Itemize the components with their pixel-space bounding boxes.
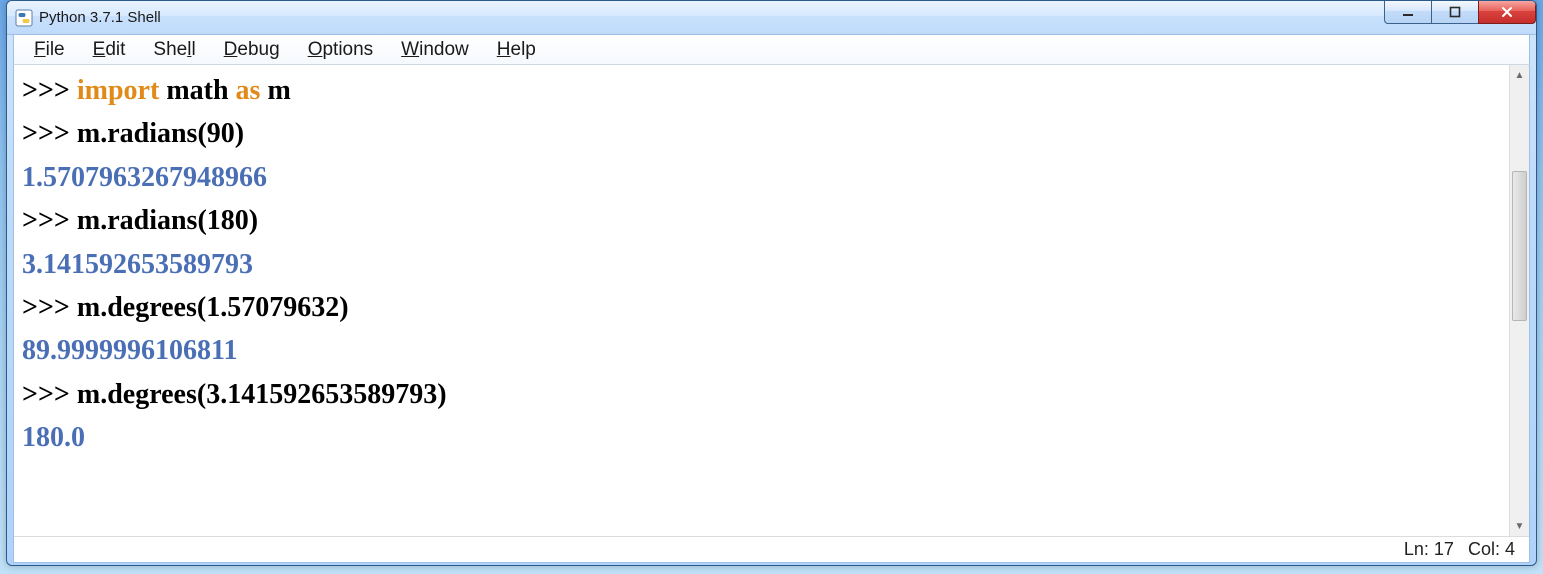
shell-token: m [260, 75, 290, 106]
menu-edit[interactable]: Edit [79, 37, 140, 63]
client-area: >>> import math as m>>> m.radians(90)1.5… [13, 65, 1530, 563]
menu-window[interactable]: Window [387, 37, 483, 63]
titlebar[interactable]: Python 3.7.1 Shell [7, 1, 1536, 35]
shell-token: m.degrees(1.57079632) [77, 292, 349, 323]
shell-prompt: >>> [22, 379, 77, 410]
shell-output-line: 3.141592653589793 [22, 243, 1501, 286]
status-ln: Ln: 17 [1404, 539, 1454, 560]
statusbar: Ln: 17 Col: 4 [14, 536, 1529, 562]
shell-output-value: 89.9999996106811 [22, 335, 237, 366]
shell-prompt: >>> [22, 75, 77, 106]
shell-token: m.radians(90) [77, 118, 244, 149]
shell-input-line: >>> import math as m [22, 69, 1501, 112]
scroll-down-arrow-icon[interactable]: ▼ [1510, 516, 1529, 536]
shell-token: m.degrees(3.141592653589793) [77, 379, 447, 410]
shell-output-value: 180.0 [22, 422, 85, 453]
window-title: Python 3.7.1 Shell [39, 9, 1385, 26]
shell-output-line: 1.5707963267948966 [22, 156, 1501, 199]
shell-input-line: >>> m.radians(180) [22, 199, 1501, 242]
menu-help[interactable]: Help [483, 37, 550, 63]
shell-prompt: >>> [22, 118, 77, 149]
shell-editor[interactable]: >>> import math as m>>> m.radians(90)1.5… [14, 65, 1509, 536]
menu-debug[interactable]: Debug [210, 37, 294, 63]
app-window: Python 3.7.1 Shell File Edit Shell Debug… [6, 0, 1537, 566]
menu-options[interactable]: Options [294, 37, 387, 63]
menubar: File Edit Shell Debug Options Window Hel… [13, 35, 1530, 65]
python-idle-icon [15, 9, 33, 27]
shell-input-line: >>> m.radians(90) [22, 112, 1501, 155]
shell-output-line: 89.9999996106811 [22, 329, 1501, 372]
shell-prompt: >>> [22, 292, 77, 323]
shell-input-line: >>> m.degrees(1.57079632) [22, 286, 1501, 329]
scroll-up-arrow-icon[interactable]: ▲ [1510, 65, 1529, 85]
shell-output-value: 1.5707963267948966 [22, 162, 267, 193]
shell-output-value: 3.141592653589793 [22, 249, 253, 280]
shell-token: import [77, 75, 159, 106]
shell-token: math [159, 75, 235, 106]
shell-input-line: >>> m.degrees(3.141592653589793) [22, 373, 1501, 416]
editor-wrap: >>> import math as m>>> m.radians(90)1.5… [14, 65, 1529, 536]
shell-output-line: 180.0 [22, 416, 1501, 459]
menu-file[interactable]: File [20, 37, 79, 63]
menu-shell[interactable]: Shell [139, 37, 209, 63]
window-controls [1385, 1, 1536, 34]
close-button[interactable] [1478, 0, 1536, 24]
scroll-track[interactable] [1510, 85, 1529, 516]
shell-token: as [236, 75, 261, 106]
scroll-thumb[interactable] [1512, 171, 1527, 321]
status-col: Col: 4 [1468, 539, 1515, 560]
maximize-button[interactable] [1431, 0, 1479, 24]
minimize-button[interactable] [1384, 0, 1432, 24]
vertical-scrollbar[interactable]: ▲ ▼ [1509, 65, 1529, 536]
shell-token: m.radians(180) [77, 205, 258, 236]
shell-prompt: >>> [22, 205, 77, 236]
